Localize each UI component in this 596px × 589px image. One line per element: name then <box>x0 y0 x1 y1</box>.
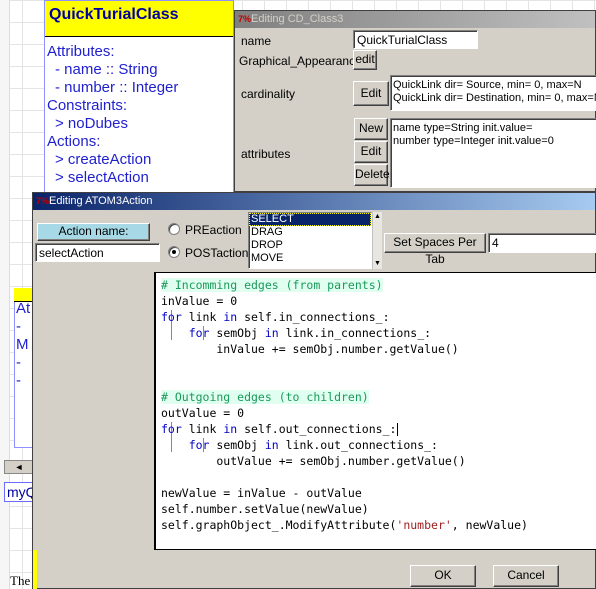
code-line-comment: # Outgoing edges (to children) <box>161 389 369 405</box>
partial-box-line: - <box>16 372 21 389</box>
cancel-button[interactable]: Cancel <box>493 565 559 587</box>
pre-action-radio[interactable] <box>168 223 180 235</box>
class-window-title: Editing CD_Class3 <box>251 13 344 25</box>
class-box[interactable]: QuickTurialClass Attributes: - name :: S… <box>44 0 234 210</box>
keyword-in: in <box>264 326 279 340</box>
code-string: 'number' <box>396 518 452 532</box>
keyword-for: for <box>161 422 182 436</box>
cardinality-line: QuickLink dir= Destination, min= 0, max=… <box>393 92 596 104</box>
code-line: inValue = 0 <box>161 294 238 308</box>
attribute-edit-button[interactable]: Edit <box>354 141 388 163</box>
keyword-for: for <box>161 310 182 324</box>
scroll-left-arrow[interactable]: ◄ <box>4 460 34 474</box>
editing-action-window: 7% Editing ATOM3Action Action name: sele… <box>32 192 596 589</box>
cardinality-edit-button[interactable]: Edit <box>353 81 389 106</box>
code-comment: # Incomming edges (from parents) <box>161 278 383 292</box>
name-field[interactable]: QuickTurialClass <box>353 30 478 49</box>
graphical-appearance-label: Graphical_Appearance <box>239 54 362 68</box>
action-name-button[interactable]: Action name: <box>37 223 150 241</box>
event-option[interactable]: MOVE <box>249 252 371 265</box>
class-line: Constraints: <box>47 97 128 114</box>
text-caret <box>397 423 399 436</box>
partial-box-line: At <box>16 300 31 317</box>
action-name-field[interactable]: selectAction <box>35 243 160 262</box>
code-line: for semObj in link.out_connections_: <box>188 438 438 452</box>
class-line: Attributes: <box>47 43 115 60</box>
code-line: newValue = inValue - outValue <box>161 486 362 500</box>
attributes-list[interactable]: name type=String init.value= number type… <box>390 118 596 188</box>
selection-marker <box>33 550 37 589</box>
keyword-for: for <box>188 326 210 340</box>
keyword-for: for <box>188 438 210 452</box>
footer-text: The <box>10 573 31 588</box>
cardinality-line: QuickLink dir= Source, min= 0, max=N <box>393 79 582 91</box>
set-spaces-button[interactable]: Set Spaces Per Tab <box>384 233 486 266</box>
code-line-comment: # Incomming edges (from parents) <box>161 277 383 293</box>
class-line: - number :: Integer <box>55 79 179 96</box>
class-line: > noDubes <box>55 115 128 132</box>
code-line: outValue = 0 <box>161 406 245 420</box>
tk-feather-icon: 7% <box>36 196 50 206</box>
tk-feather-icon: 7% <box>238 14 252 24</box>
cardinality-list[interactable]: QuickLink dir= Source, min= 0, max=N Qui… <box>390 75 596 111</box>
keyword-in: in <box>223 310 238 324</box>
attributes-label: attributes <box>241 147 291 161</box>
class-box-title: QuickTurialClass <box>45 1 233 37</box>
action-window-titlebar[interactable]: 7% Editing ATOM3Action <box>33 193 595 210</box>
class-box-body: Attributes: - name :: String - number ::… <box>45 37 233 187</box>
event-listbox[interactable]: SELECT DRAG DROP MOVE <box>248 212 372 269</box>
partial-box-line: M <box>16 336 29 353</box>
partial-box-line: - <box>16 354 21 371</box>
attribute-line: number type=Integer init.value=0 <box>393 135 554 147</box>
keyword-in: in <box>264 438 279 452</box>
post-action-radio[interactable] <box>168 246 180 258</box>
class-line: Actions: <box>47 133 101 150</box>
spaces-per-tab-field[interactable]: 4 <box>488 233 596 253</box>
attribute-delete-button[interactable]: Delete <box>354 164 390 186</box>
code-line: for link in self.out_connections_: <box>161 422 399 436</box>
graphical-edit-button[interactable]: edit <box>353 50 377 70</box>
event-option[interactable]: SELECT <box>249 213 371 226</box>
class-window-titlebar[interactable]: 7% Editing CD_Class3 <box>235 11 595 28</box>
code-comment: # Outgoing edges (to children) <box>161 390 369 404</box>
post-action-label[interactable]: POSTaction <box>185 246 248 260</box>
class-line: > selectAction <box>55 169 149 186</box>
event-list-scrollbar[interactable]: ▲ ▼ <box>372 212 382 269</box>
code-line: self.graphObject_.ModifyAttribute('numbe… <box>161 518 528 532</box>
editing-class-window: 7% Editing CD_Class3 name QuickTurialCla… <box>234 10 596 192</box>
code-line: outValue += semObj.number.getValue() <box>161 454 466 468</box>
canvas-tab-myq[interactable]: myQ <box>4 482 34 502</box>
ok-button[interactable]: OK <box>410 565 476 587</box>
event-option[interactable]: DROP <box>249 239 371 252</box>
code-line: self.number.setValue(newValue) <box>161 502 369 516</box>
code-editor[interactable]: # Incomming edges (from parents) inValue… <box>154 272 596 550</box>
name-label: name <box>241 34 272 48</box>
cardinality-label: cardinality <box>241 87 296 101</box>
attribute-line: name type=String init.value= <box>393 122 533 134</box>
class-line: - name :: String <box>55 61 158 78</box>
code-line: inValue += semObj.number.getValue() <box>161 342 459 356</box>
pre-action-label[interactable]: PREaction <box>185 223 242 237</box>
class-line: > createAction <box>55 151 152 168</box>
scroll-up-icon[interactable]: ▲ <box>373 212 382 222</box>
scroll-down-icon[interactable]: ▼ <box>373 259 382 269</box>
partial-box-line: - <box>16 318 21 335</box>
event-option[interactable]: DRAG <box>249 226 371 239</box>
code-line: for semObj in link.in_connections_: <box>188 326 432 340</box>
code-line: for link in self.in_connections_: <box>161 310 390 324</box>
attribute-new-button[interactable]: New <box>354 118 388 140</box>
keyword-in: in <box>223 422 238 436</box>
action-window-title: Editing ATOM3Action <box>49 195 153 207</box>
